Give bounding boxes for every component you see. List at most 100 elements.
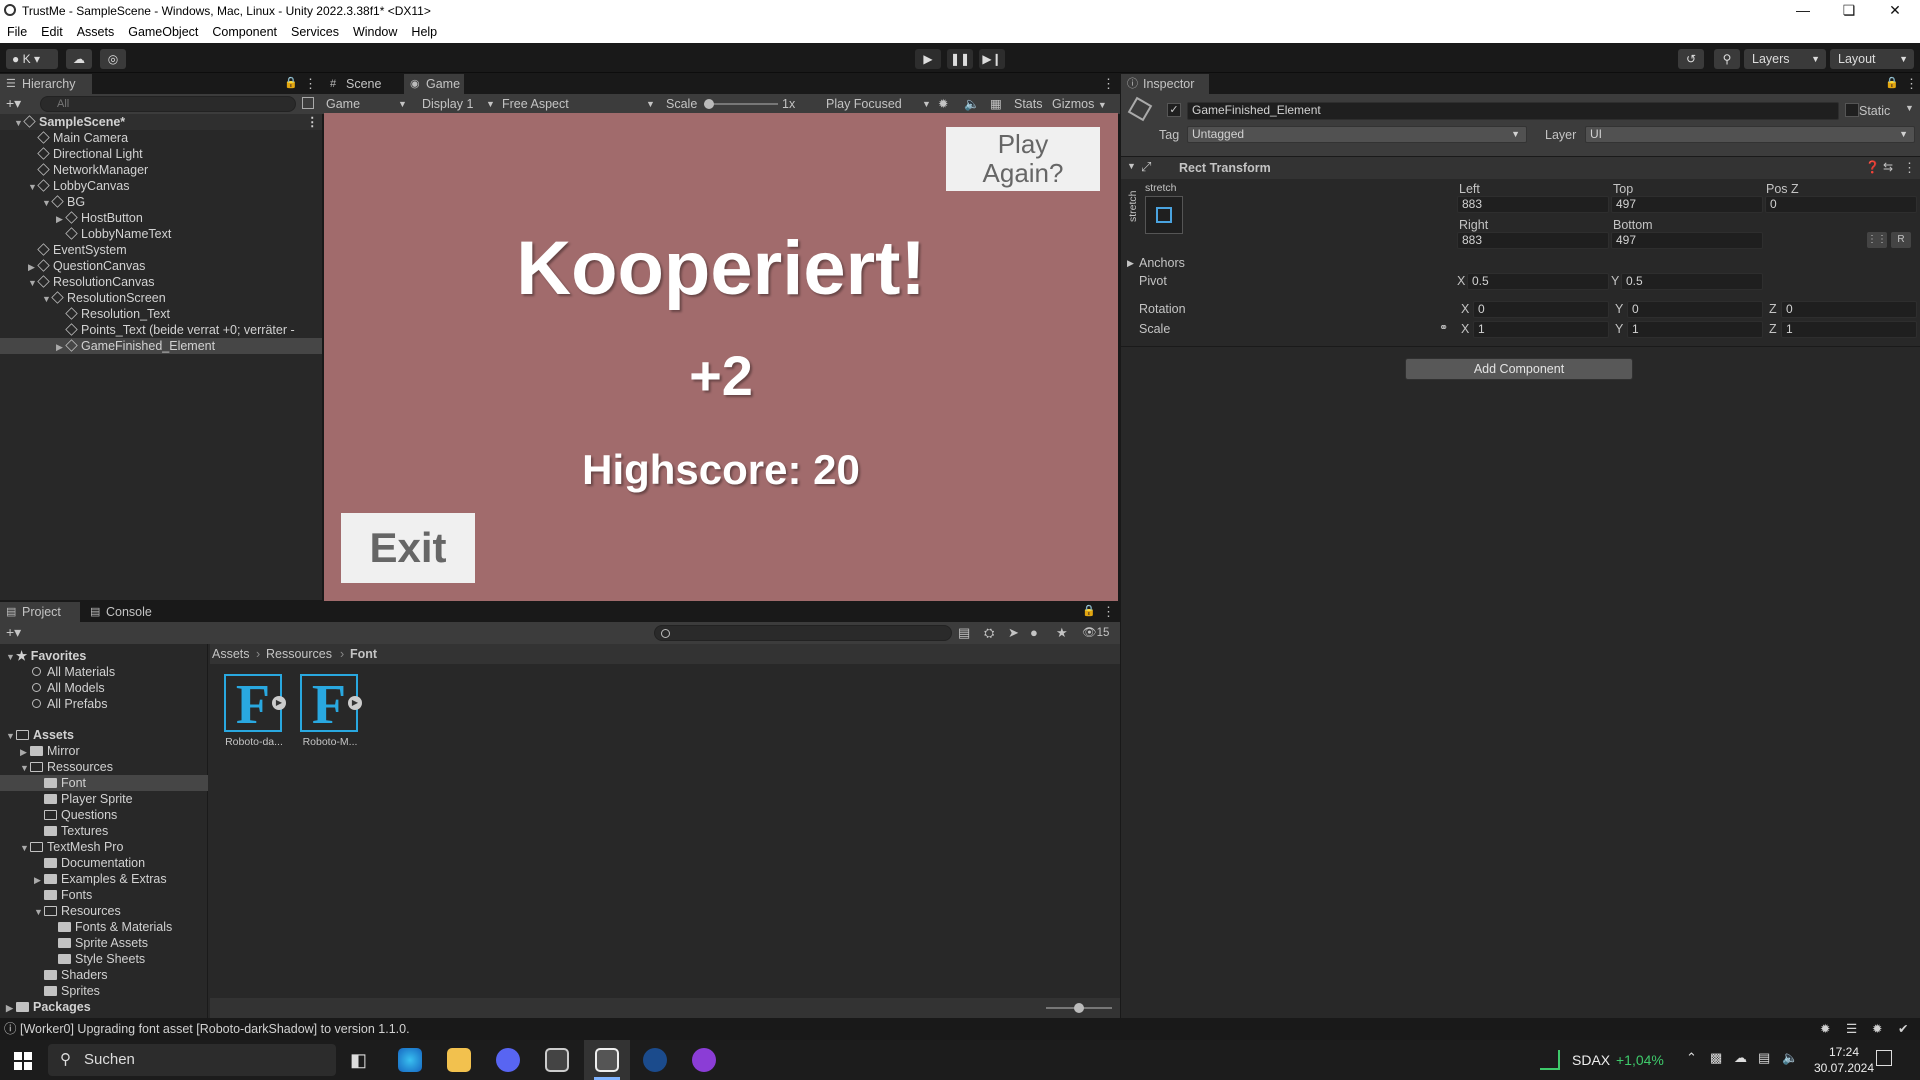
game-kebab-icon[interactable]: ⋮ xyxy=(1102,76,1115,92)
hierarchy-item[interactable]: NetworkManager xyxy=(0,162,322,178)
project-folder[interactable]: ▶ Examples & Extras xyxy=(0,871,208,887)
play-again-button[interactable]: Play Again? xyxy=(946,127,1100,191)
scale-slider[interactable] xyxy=(704,103,778,105)
expand-down-icon[interactable]: ▼ xyxy=(28,275,38,291)
project-search-input[interactable] xyxy=(654,625,952,641)
left-field[interactable]: 883 xyxy=(1457,196,1609,213)
close-icon[interactable]: ✕ xyxy=(1872,0,1918,22)
notification-icon[interactable] xyxy=(1876,1050,1892,1066)
scene-kebab-icon[interactable]: ⋮ xyxy=(306,114,319,130)
project-folder[interactable]: ▼ Ressources xyxy=(0,759,208,775)
favorite-item[interactable]: All Prefabs xyxy=(0,696,107,712)
expand-down-icon[interactable]: ▼ xyxy=(42,195,52,211)
exit-button[interactable]: Exit xyxy=(341,513,475,583)
project-folder[interactable]: Fonts & Materials xyxy=(0,919,208,935)
cloud-icon[interactable]: ☁ xyxy=(66,49,92,69)
active-checkbox[interactable]: ✓ xyxy=(1167,103,1181,117)
minimize-icon[interactable]: — xyxy=(1780,0,1826,22)
raw-edit-button[interactable]: R xyxy=(1891,232,1911,248)
project-kebab-icon[interactable]: ⋮ xyxy=(1102,604,1115,620)
rot-y-field[interactable]: 0 xyxy=(1627,301,1763,318)
hierarchy-item[interactable]: Main Camera xyxy=(0,130,322,146)
bug-icon[interactable]: ✹ xyxy=(938,94,948,114)
hierarchy-item[interactable]: Directional Light xyxy=(0,146,322,162)
file-explorer-icon[interactable] xyxy=(447,1048,471,1072)
static-checkbox[interactable] xyxy=(1845,103,1859,117)
chevron-up-icon[interactable]: ⌃ xyxy=(1686,1050,1697,1066)
hierarchy-item[interactable]: ▼ ResolutionScreen xyxy=(0,290,322,306)
collab-icon[interactable]: ◎ xyxy=(100,49,126,69)
blueprint-mode-icon[interactable]: ⋮⋮ xyxy=(1867,232,1887,248)
project-folder[interactable]: Questions xyxy=(0,807,208,823)
menu-help[interactable]: Help xyxy=(404,22,444,39)
menu-gameobject[interactable]: GameObject xyxy=(121,22,205,39)
step-button[interactable]: ▶❙ xyxy=(979,49,1005,69)
unity-active-tab[interactable] xyxy=(584,1040,630,1080)
asset-item[interactable]: F ▶ Roboto-M... xyxy=(298,674,362,754)
expand-right-icon[interactable]: ▶ xyxy=(34,872,44,888)
hierarchy-item[interactable]: ▼ BG xyxy=(0,194,322,210)
hierarchy-item[interactable]: Resolution_Text xyxy=(0,306,322,322)
import-log-icon[interactable]: ● xyxy=(1030,625,1038,640)
pivot-y-field[interactable]: 0.5 xyxy=(1621,273,1763,290)
hierarchy-item[interactable]: LobbyNameText xyxy=(0,226,322,242)
anchor-preset-button[interactable] xyxy=(1145,196,1183,234)
favorite-item[interactable]: All Models xyxy=(0,680,105,696)
volume-icon[interactable]: 🔈 xyxy=(1782,1050,1798,1066)
hierarchy-search-input[interactable]: All xyxy=(40,96,296,112)
favorite-item[interactable]: All Materials xyxy=(0,664,115,680)
preset-icon[interactable]: ⇆ xyxy=(1883,160,1893,174)
menu-assets[interactable]: Assets xyxy=(70,22,122,39)
inspector-lock-icon[interactable]: 🔒 xyxy=(1885,76,1899,89)
lock-icon[interactable]: 🔒 xyxy=(284,76,298,89)
hierarchy-item[interactable]: ▶ GameFinished_Element xyxy=(0,338,322,354)
scale-x-field[interactable]: 1 xyxy=(1473,321,1609,338)
expand-down-icon[interactable]: ▼ xyxy=(34,904,44,920)
tag-dropdown[interactable]: Untagged ▼ xyxy=(1187,126,1527,143)
add-component-button[interactable]: Add Component xyxy=(1405,358,1633,380)
favorites-header[interactable]: ▼★ Favorites xyxy=(0,648,86,664)
hierarchy-item[interactable]: ▶ HostButton xyxy=(0,210,322,226)
task-view-icon[interactable]: ◧ xyxy=(350,1050,367,1071)
expand-play-icon[interactable]: ▶ xyxy=(272,696,286,710)
pause-button[interactable]: ❚❚ xyxy=(947,49,973,69)
expand-down-icon[interactable]: ▼ xyxy=(20,840,30,856)
menu-window[interactable]: Window xyxy=(346,22,404,39)
foldout-arrow-icon[interactable]: ▼ xyxy=(1127,161,1136,171)
steam-icon[interactable] xyxy=(643,1048,667,1072)
network-icon[interactable]: ▤ xyxy=(1758,1050,1770,1066)
posz-field[interactable]: 0 xyxy=(1765,196,1917,213)
hierarchy-item[interactable]: ▼ ResolutionCanvas xyxy=(0,274,322,290)
project-folder[interactable]: ▶ Mirror xyxy=(0,743,208,759)
project-folder[interactable]: ▼ Assets xyxy=(0,727,208,743)
status-message[interactable]: [Worker0] Upgrading font asset [Roboto-d… xyxy=(20,1018,410,1040)
stock-name[interactable]: SDAX xyxy=(1572,1052,1610,1068)
menu-edit[interactable]: Edit xyxy=(34,22,70,39)
expand-right-icon[interactable]: ▶ xyxy=(56,211,66,227)
anchors-arrow-icon[interactable]: ▶ xyxy=(1127,258,1134,269)
create-icon[interactable]: +▾ xyxy=(6,624,21,641)
constrain-proportions-icon[interactable]: ⚭ xyxy=(1439,321,1448,334)
progress-icon[interactable]: ✔ xyxy=(1898,1018,1908,1040)
layout-dropdown[interactable]: Layout ▼ xyxy=(1830,49,1914,69)
start-icon[interactable] xyxy=(14,1052,32,1070)
expand-play-icon[interactable]: ▶ xyxy=(348,696,362,710)
rect-transform-header[interactable]: ▼ ⤢ Rect Transform ❓ ⇆ ⋮ xyxy=(1121,157,1920,179)
project-folder[interactable]: Style Sheets xyxy=(0,951,208,967)
stats-button[interactable]: Stats xyxy=(1014,94,1043,114)
filter-label-icon[interactable]: ⛭ xyxy=(984,625,994,641)
game-mode-dropdown[interactable]: Game ▼ xyxy=(326,94,410,114)
layer-dropdown[interactable]: UI ▼ xyxy=(1585,126,1915,143)
search-icon[interactable]: ⚲ xyxy=(1714,49,1740,69)
play-focused-dropdown[interactable]: Play Focused ▼ xyxy=(826,94,931,114)
project-folder[interactable]: ▼ Resources xyxy=(0,903,208,919)
project-folder[interactable]: Textures xyxy=(0,823,208,839)
scene-visibility-icon[interactable] xyxy=(302,97,314,109)
expand-down-icon[interactable]: ▼ xyxy=(20,760,30,776)
kebab-menu-icon[interactable]: ⋮ xyxy=(304,76,317,92)
grid-toggle-icon[interactable]: ▦ xyxy=(990,94,1002,114)
component-kebab-icon[interactable]: ⋮ xyxy=(1903,160,1916,176)
project-folder[interactable]: ▶ Packages xyxy=(0,999,208,1015)
tab-hierarchy[interactable]: ☰ Hierarchy xyxy=(0,74,92,94)
expand-right-icon[interactable]: ▶ xyxy=(56,339,66,355)
